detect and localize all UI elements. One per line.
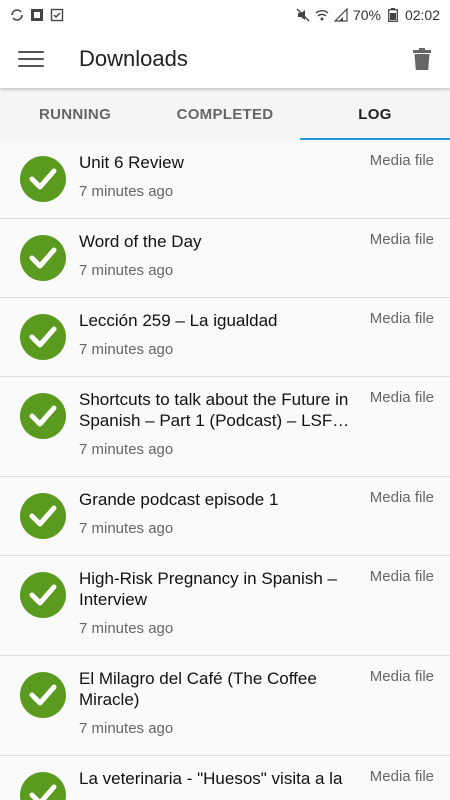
item-type: Media file bbox=[369, 768, 434, 785]
item-title: Unit 6 Review bbox=[79, 153, 184, 172]
list-item[interactable]: High-Risk Pregnancy in Spanish – Intervi… bbox=[0, 556, 450, 656]
item-type: Media file bbox=[369, 389, 434, 406]
tab-running[interactable]: RUNNING bbox=[0, 88, 150, 140]
check-icon bbox=[20, 393, 66, 439]
status-right: 70% 02:02 bbox=[296, 7, 440, 23]
download-list: Unit 6 Review 7 minutes ago Media file W… bbox=[0, 140, 450, 800]
mute-icon bbox=[296, 8, 310, 22]
check-icon bbox=[20, 156, 66, 202]
sync-icon bbox=[10, 8, 24, 22]
item-time: 7 minutes ago bbox=[79, 441, 174, 458]
item-type: Media file bbox=[369, 152, 434, 169]
check-icon bbox=[20, 772, 66, 800]
item-time: 7 minutes ago bbox=[79, 620, 174, 637]
item-title: El Milagro del Café (The Coffee Miracle) bbox=[79, 669, 317, 709]
wifi-icon bbox=[315, 8, 329, 22]
check-icon bbox=[20, 493, 66, 539]
status-bar: 70% 02:02 bbox=[0, 0, 450, 30]
clock: 02:02 bbox=[404, 7, 440, 23]
item-time: 7 minutes ago bbox=[79, 720, 174, 737]
item-title: Word of the Day bbox=[79, 232, 202, 251]
item-type: Media file bbox=[369, 231, 434, 248]
list-item[interactable]: El Milagro del Café (The Coffee Miracle)… bbox=[0, 656, 450, 756]
item-type: Media file bbox=[369, 568, 434, 585]
item-title: Grande podcast episode 1 bbox=[79, 490, 279, 509]
check-icon bbox=[20, 314, 66, 360]
app-notification-icon bbox=[30, 8, 44, 22]
list-item[interactable]: Shortcuts to talk about the Future in Sp… bbox=[0, 377, 450, 477]
item-title: La veterinaria - "Huesos" visita a la bbox=[79, 769, 343, 788]
list-item[interactable]: Unit 6 Review 7 minutes ago Media file bbox=[0, 140, 450, 219]
item-type: Media file bbox=[369, 668, 434, 685]
list-item[interactable]: Lección 259 – La igualdad 7 minutes ago … bbox=[0, 298, 450, 377]
item-type: Media file bbox=[369, 310, 434, 327]
page-title: Downloads bbox=[79, 46, 188, 71]
app-bar: Downloads bbox=[0, 30, 450, 88]
status-left bbox=[10, 8, 64, 22]
menu-icon[interactable] bbox=[18, 48, 44, 70]
battery-icon bbox=[386, 8, 400, 22]
list-item[interactable]: La veterinaria - "Huesos" visita a la Me… bbox=[0, 756, 450, 800]
item-title: Lección 259 – La igualdad bbox=[79, 311, 278, 330]
list-item[interactable]: Word of the Day 7 minutes ago Media file bbox=[0, 219, 450, 298]
signal-icon bbox=[333, 8, 348, 22]
item-time: 7 minutes ago bbox=[79, 183, 174, 200]
tab-completed[interactable]: COMPLETED bbox=[150, 88, 300, 140]
item-time: 7 minutes ago bbox=[79, 262, 174, 279]
tab-bar: RUNNING COMPLETED LOG bbox=[0, 88, 450, 140]
battery-percent: 70% bbox=[352, 7, 381, 23]
delete-icon[interactable] bbox=[410, 47, 434, 71]
tab-log[interactable]: LOG bbox=[300, 88, 450, 140]
item-time: 7 minutes ago bbox=[79, 341, 174, 358]
check-icon bbox=[20, 672, 66, 718]
item-time: 7 minutes ago bbox=[79, 520, 174, 537]
check-icon bbox=[20, 235, 66, 281]
item-type: Media file bbox=[369, 489, 434, 506]
list-item[interactable]: Grande podcast episode 1 7 minutes ago M… bbox=[0, 477, 450, 556]
item-title: High-Risk Pregnancy in Spanish – Intervi… bbox=[79, 569, 337, 609]
item-title: Shortcuts to talk about the Future in Sp… bbox=[79, 390, 350, 430]
check-icon bbox=[20, 572, 66, 618]
checkbox-notification-icon bbox=[50, 8, 64, 22]
